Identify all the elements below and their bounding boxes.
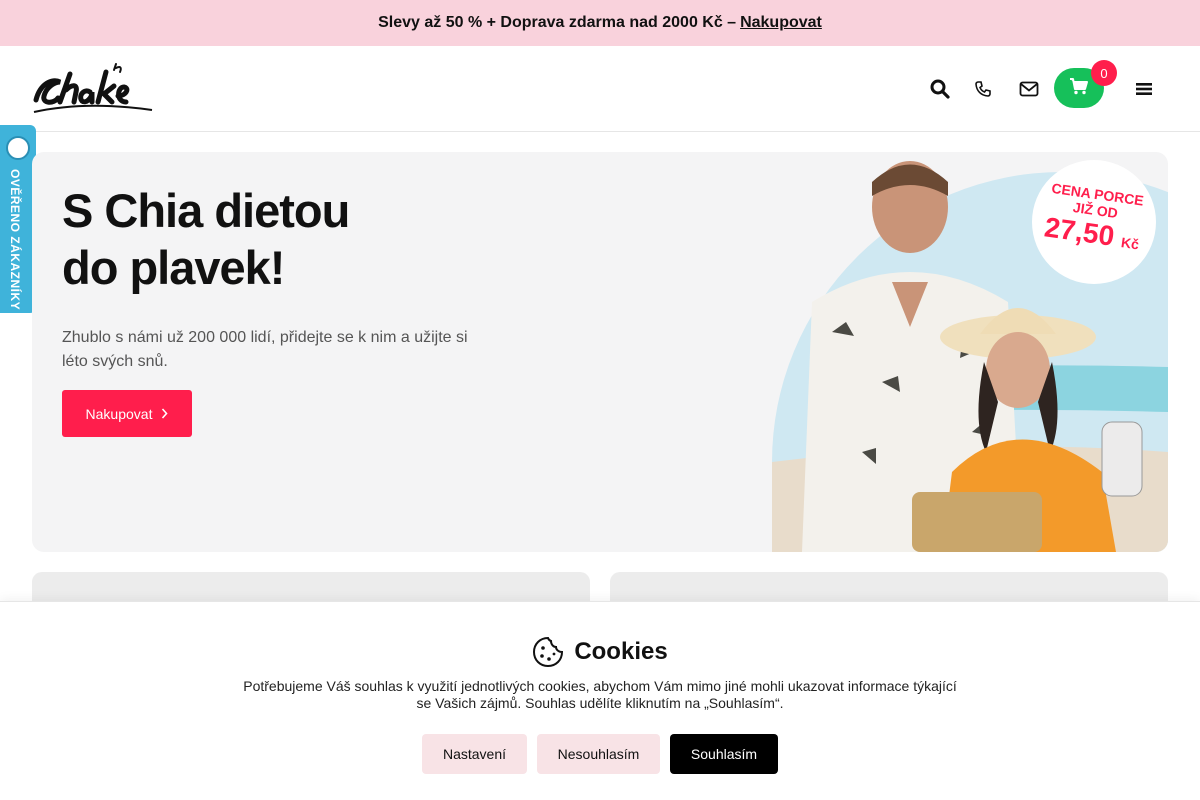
promo-text: Slevy až 50 % + Doprava zdarma nad 2000 … [378,14,737,31]
cookie-consent-bar: Cookies Potřebujeme Váš souhlas k využit… [0,601,1200,800]
hero-title-line1: S Chia dietou [62,184,350,237]
cookie-text: Potřebujeme Váš souhlas k využití jednot… [243,678,957,711]
category-card-right[interactable] [610,572,1168,602]
cookie-icon [532,636,564,668]
price-badge-currency: Kč [1120,234,1141,253]
verified-seal-icon [6,136,30,160]
cart-icon [1069,77,1089,100]
cookie-accept-button[interactable]: Souhlasím [670,734,778,774]
hero-title-line2: do plavek! [62,241,285,294]
search-icon[interactable] [927,76,953,102]
site-header: 0 [0,46,1200,132]
cookie-heading: Cookies [0,636,1200,668]
verified-customers-badge[interactable]: OVĚŘENO ZÁKAZNÍKY [0,125,36,313]
hero-shop-button[interactable]: Nakupovat [62,390,192,437]
cookie-title: Cookies [574,638,668,665]
hero-couple-image: CENA PORCE JIŽ OD 27,50 Kč [772,152,1168,552]
hero-subtitle: Zhublo s námi už 200 000 lidí, přidejte … [62,329,468,370]
envelope-icon[interactable] [1016,76,1042,102]
menu-icon[interactable] [1131,76,1157,102]
hero-banner: S Chia dietou do plavek! Zhublo s námi u… [32,152,1168,552]
cookie-decline-button[interactable]: Nesouhlasím [537,734,660,774]
chia-shake-logo[interactable] [30,60,156,118]
cookie-settings-button[interactable]: Nastavení [422,734,527,774]
chevron-right-icon [161,408,169,419]
promo-shop-link[interactable]: Nakupovat [740,14,822,32]
hero-shop-label: Nakupovat [85,405,153,422]
category-card-left[interactable] [32,572,590,602]
promo-bar: Slevy až 50 % + Doprava zdarma nad 2000 … [0,0,1200,46]
hero-title: S Chia dietou do plavek! [62,182,482,296]
verified-badge-label: OVĚŘENO ZÁKAZNÍKY [8,169,22,311]
phone-icon[interactable] [970,76,996,102]
cart-count-badge: 0 [1091,60,1117,86]
